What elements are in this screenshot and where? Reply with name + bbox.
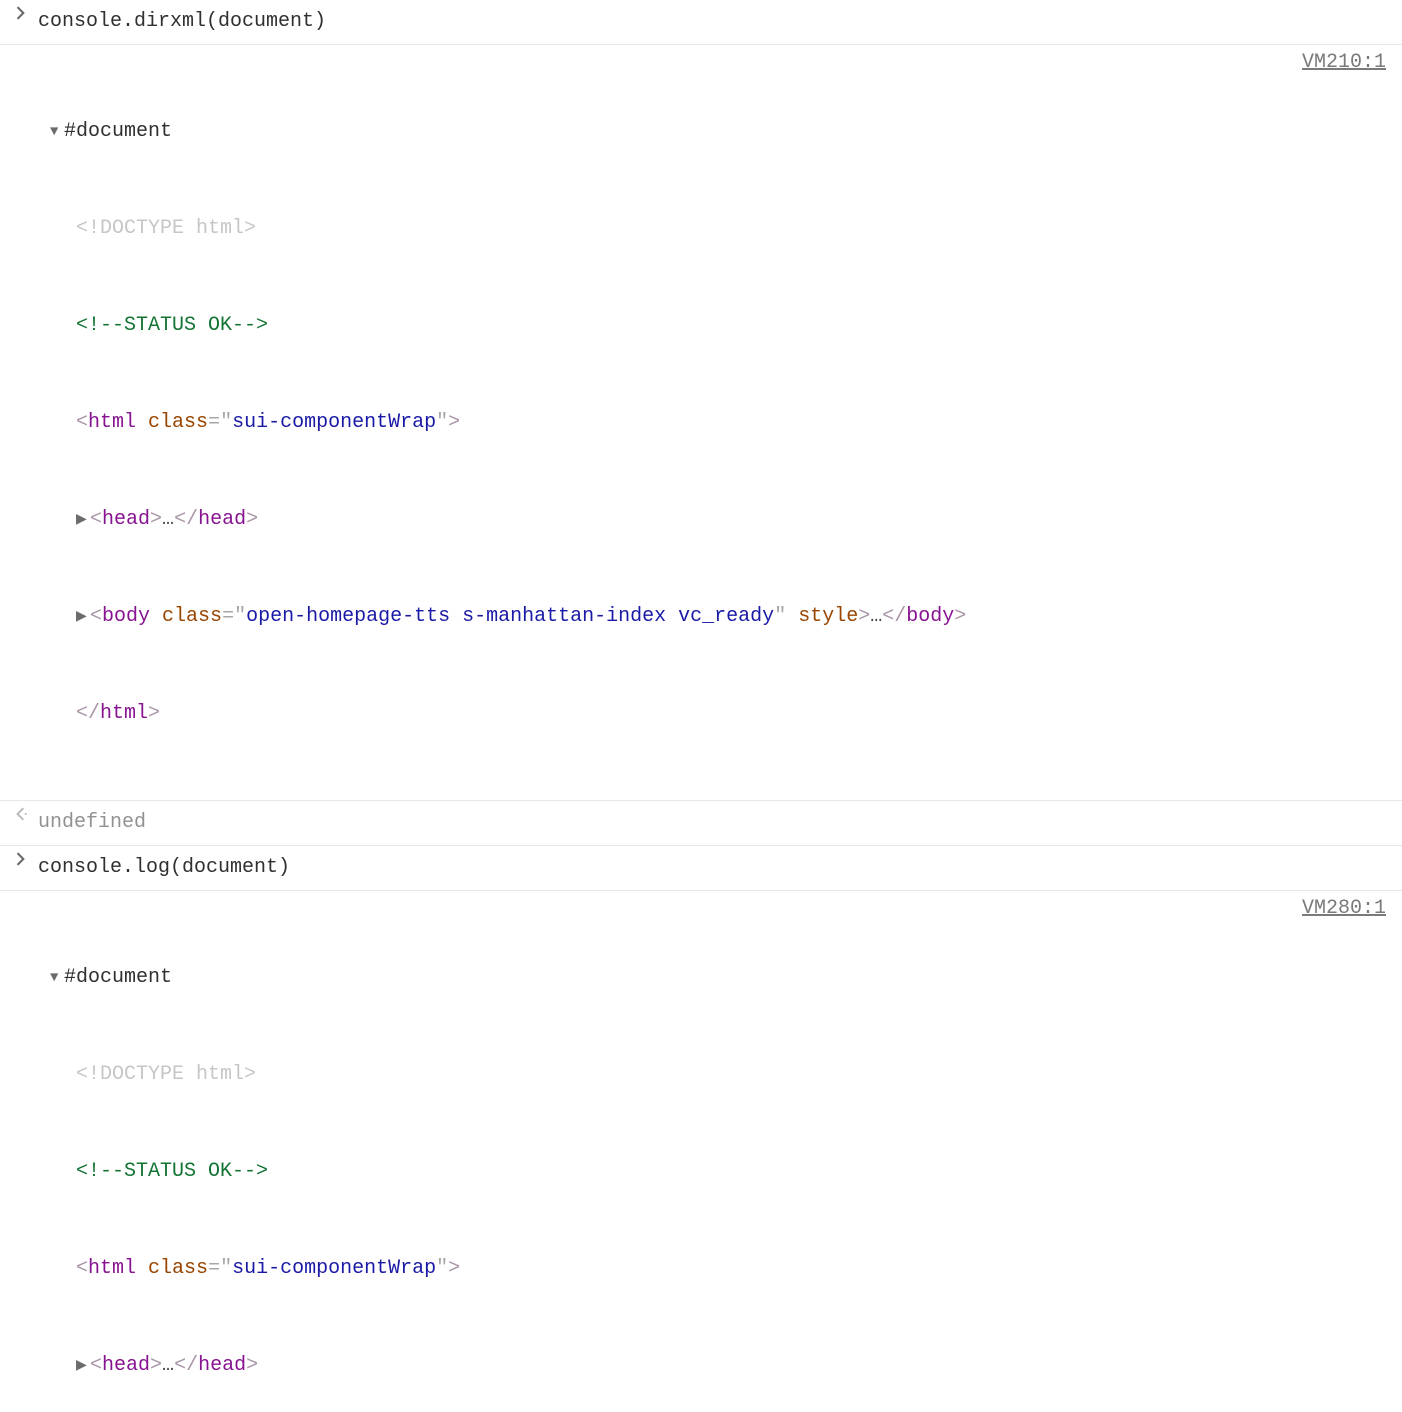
caret-right-icon[interactable]: ▶ <box>76 509 90 532</box>
console-input-text: console.log(document) <box>38 852 1390 884</box>
document-label: #document <box>64 120 172 143</box>
source-link[interactable]: VM280:1 <box>1302 897 1386 920</box>
doctype-node[interactable]: <!DOCTYPE html> <box>50 1058 1390 1091</box>
tree-root[interactable]: ▼#document <box>50 115 1390 148</box>
head-node[interactable]: ▶<head>…</head> <box>50 1349 1390 1382</box>
html-open-node[interactable]: <html class="sui-componentWrap"> <box>50 406 1390 439</box>
head-node[interactable]: ▶<head>…</head> <box>50 503 1390 536</box>
console-input-text: console.dirxml(document) <box>38 6 1390 38</box>
tree-root[interactable]: ▼#document <box>50 961 1390 994</box>
caret-down-icon[interactable]: ▼ <box>50 967 64 990</box>
result-text: undefined <box>38 807 1390 839</box>
html-open-node[interactable]: <html class="sui-componentWrap"> <box>50 1252 1390 1285</box>
source-link[interactable]: VM210:1 <box>1302 51 1386 74</box>
doctype-node[interactable]: <!DOCTYPE html> <box>50 212 1390 245</box>
dom-tree[interactable]: ▼#document <!DOCTYPE html> <!--STATUS OK… <box>38 51 1390 794</box>
console-input-row: console.log(document) <box>0 846 1402 891</box>
document-label: #document <box>64 966 172 989</box>
comment-node[interactable]: <!--STATUS OK--> <box>50 309 1390 342</box>
body-node[interactable]: ▶<body class="open-homepage-tts s-manhat… <box>50 600 1390 633</box>
input-chevron-icon <box>4 6 38 20</box>
console-log-row: ▼#document <!DOCTYPE html> <!--STATUS OK… <box>0 45 1402 801</box>
console-result-row: undefined <box>0 801 1402 846</box>
caret-right-icon[interactable]: ▶ <box>76 606 90 629</box>
console-log-row: ▼#document <!DOCTYPE html> <!--STATUS OK… <box>0 891 1402 1412</box>
caret-down-icon[interactable]: ▼ <box>50 121 64 144</box>
comment-node[interactable]: <!--STATUS OK--> <box>50 1155 1390 1188</box>
caret-right-icon[interactable]: ▶ <box>76 1355 90 1378</box>
dom-tree[interactable]: ▼#document <!DOCTYPE html> <!--STATUS OK… <box>38 897 1390 1412</box>
console-input-row: console.dirxml(document) <box>0 0 1402 45</box>
html-close-node[interactable]: </html> <box>50 697 1390 730</box>
output-chevron-icon <box>4 807 38 821</box>
input-chevron-icon <box>4 852 38 866</box>
